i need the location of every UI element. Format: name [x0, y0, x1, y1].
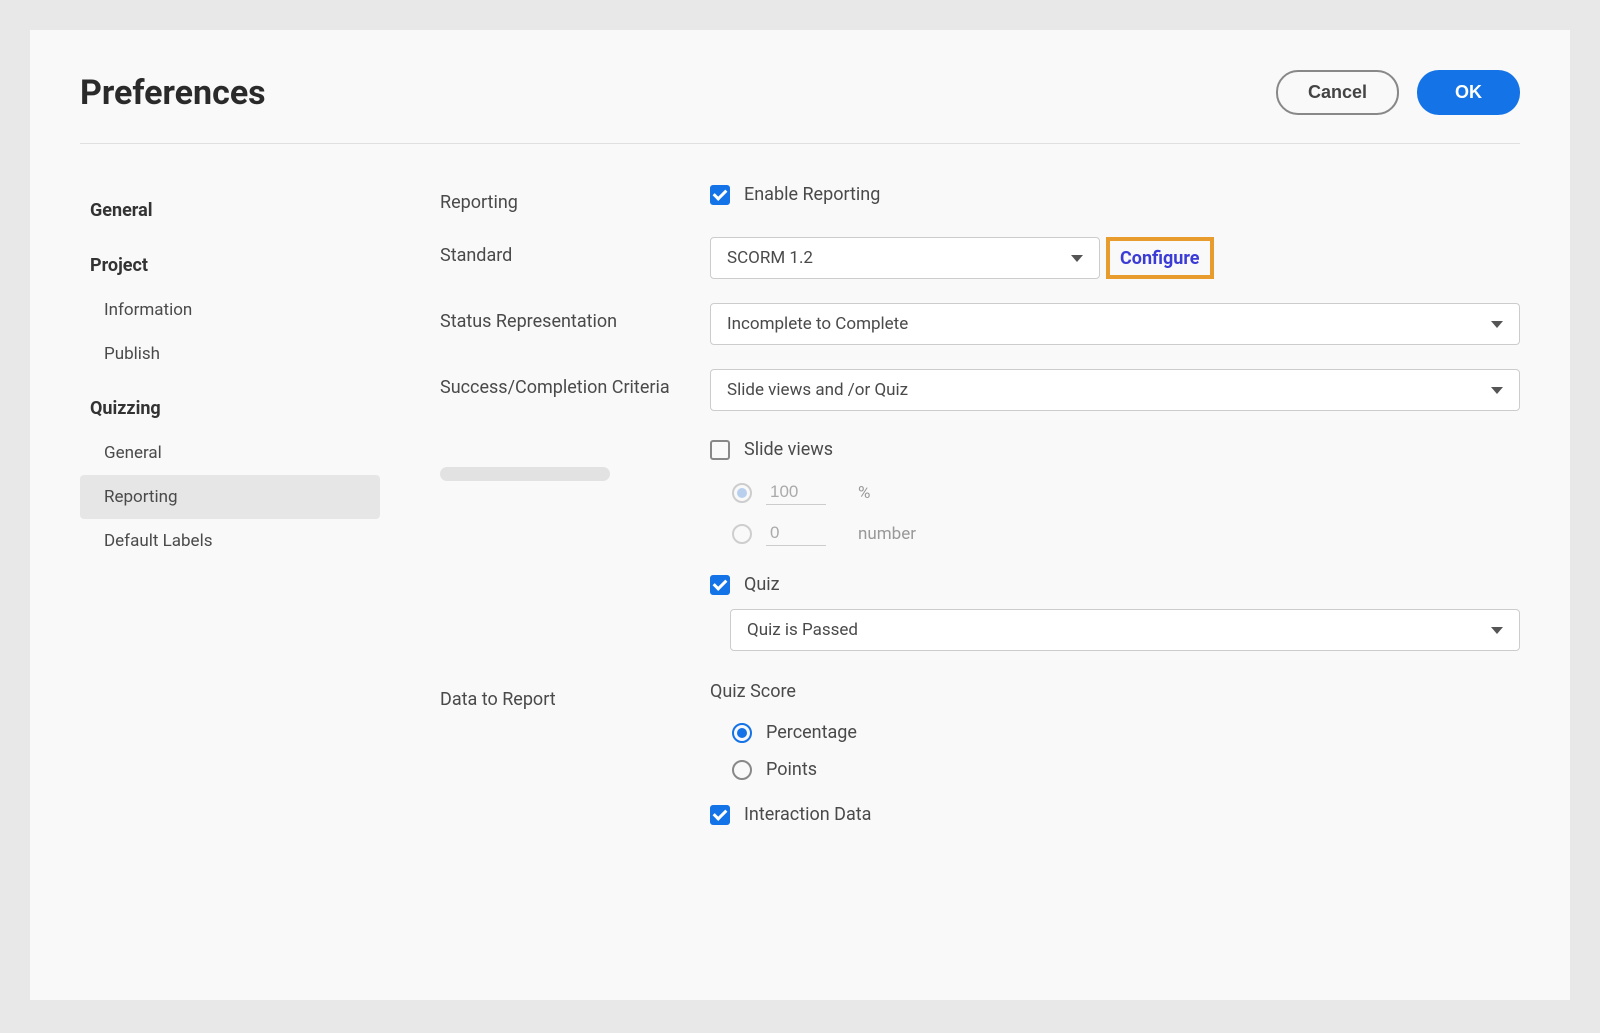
slide-views-percent-unit: %: [858, 483, 870, 503]
status-rep-value: Incomplete to Complete: [727, 314, 908, 334]
quiz-score-points-row: Points: [710, 751, 1520, 788]
chevron-down-icon: [1491, 387, 1503, 394]
chevron-down-icon: [1071, 255, 1083, 262]
slide-views-label: Slide views: [744, 439, 833, 460]
interaction-data-checkbox[interactable]: [710, 805, 730, 825]
slide-views-number-unit: number: [858, 524, 916, 544]
slide-views-number-radio: [732, 524, 752, 544]
chevron-down-icon: [1491, 321, 1503, 328]
label-criteria: Success/Completion Criteria: [440, 369, 710, 398]
quiz-condition-value: Quiz is Passed: [747, 620, 858, 640]
label-data-report: Data to Report: [440, 681, 710, 710]
quiz-control: Quiz: [710, 574, 1520, 595]
sidebar-group-quizzing: Quizzing General Reporting Default Label…: [80, 386, 380, 563]
status-rep-select[interactable]: Incomplete to Complete: [710, 303, 1520, 345]
enable-reporting-label: Enable Reporting: [744, 184, 880, 205]
quiz-condition-select[interactable]: Quiz is Passed: [730, 609, 1520, 651]
quiz-checkbox[interactable]: [710, 575, 730, 595]
quiz-score-percentage-radio[interactable]: [732, 723, 752, 743]
quiz-score-heading: Quiz Score: [710, 681, 1520, 702]
quiz-score-percentage-label: Percentage: [766, 722, 857, 743]
quiz-section: Quiz Quiz is Passed: [710, 574, 1520, 651]
preferences-dialog: Preferences Cancel OK General Project In…: [30, 30, 1570, 1000]
quiz-score-percentage-row: Percentage: [710, 714, 1520, 751]
sidebar-item-publish[interactable]: Publish: [80, 332, 380, 376]
cancel-button[interactable]: Cancel: [1276, 70, 1399, 115]
slide-views-section: Slide views % number: [710, 439, 1520, 554]
main-panel: Reporting Enable Reporting Standard SCOR…: [440, 172, 1520, 853]
header-buttons: Cancel OK: [1276, 70, 1520, 115]
slide-views-checkbox[interactable]: [710, 440, 730, 460]
dialog-header: Preferences Cancel OK: [80, 70, 1520, 144]
sidebar-item-q-general[interactable]: General: [80, 431, 380, 475]
row-status-rep: Status Representation Incomplete to Comp…: [440, 303, 1520, 345]
configure-link[interactable]: Configure: [1120, 248, 1200, 269]
slide-views-control: Slide views: [710, 439, 1520, 460]
chevron-down-icon: [1491, 627, 1503, 634]
row-reporting: Reporting Enable Reporting: [440, 184, 1520, 213]
sidebar-item-reporting[interactable]: Reporting: [80, 475, 380, 519]
slide-views-percent-input: [766, 480, 826, 505]
label-reporting: Reporting: [440, 184, 710, 213]
standard-select-value: SCORM 1.2: [727, 248, 813, 268]
criteria-select[interactable]: Slide views and /or Quiz: [710, 369, 1520, 411]
slide-views-number-input: [766, 521, 826, 546]
sidebar-item-default-labels[interactable]: Default Labels: [80, 519, 380, 563]
row-criteria: Success/Completion Criteria Slide views …: [440, 369, 1520, 651]
sidebar-heading-quizzing: Quizzing: [80, 386, 380, 431]
quiz-label: Quiz: [744, 574, 780, 595]
label-standard: Standard: [440, 237, 710, 266]
sidebar-group-general: General: [80, 188, 380, 233]
sidebar-item-information[interactable]: Information: [80, 288, 380, 332]
standard-select[interactable]: SCORM 1.2: [710, 237, 1100, 279]
enable-reporting-control: Enable Reporting: [710, 184, 1520, 205]
slide-views-percent-row: %: [710, 472, 1520, 513]
sidebar-group-project: Project Information Publish: [80, 243, 380, 376]
dialog-content: General Project Information Publish Quiz…: [80, 154, 1520, 853]
slide-views-number-row: number: [710, 513, 1520, 554]
label-status-rep: Status Representation: [440, 303, 710, 332]
configure-highlight: Configure: [1106, 237, 1214, 279]
sidebar-heading-project: Project: [80, 243, 380, 288]
ok-button[interactable]: OK: [1417, 70, 1520, 115]
quiz-score-points-radio[interactable]: [732, 760, 752, 780]
row-data-report: Data to Report Quiz Score Percentage Poi…: [440, 681, 1520, 829]
row-standard: Standard SCORM 1.2 Configure: [440, 237, 1520, 279]
quiz-score-points-label: Points: [766, 759, 817, 780]
criteria-value: Slide views and /or Quiz: [727, 380, 908, 400]
interaction-data-label: Interaction Data: [744, 804, 871, 825]
slide-views-percent-radio: [732, 483, 752, 503]
sidebar: General Project Information Publish Quiz…: [80, 172, 380, 853]
dialog-title: Preferences: [80, 73, 266, 113]
sidebar-item-general[interactable]: General: [80, 188, 380, 233]
interaction-data-control: Interaction Data: [710, 804, 1520, 825]
enable-reporting-checkbox[interactable]: [710, 185, 730, 205]
